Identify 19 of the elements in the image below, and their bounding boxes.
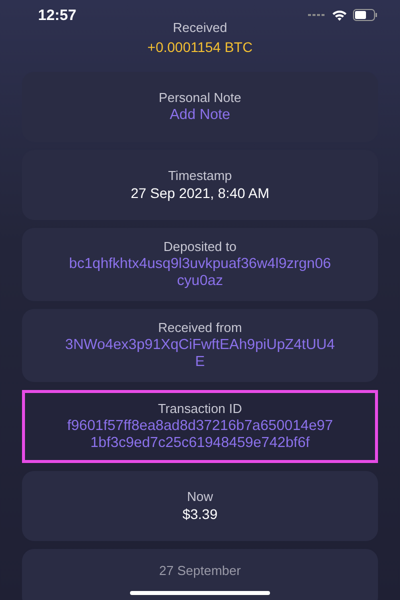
card-link[interactable]: 3NWo4ex3p91XqCiFwftEAh9piUpZ4tUU4 E [65,337,335,371]
card-label: Personal Note [158,90,242,105]
card-label: Transaction ID [158,401,242,416]
card-link[interactable]: f9601f57ff8ea8ad8d37216b7a650014e97 1bf3c9ed7c25c61948459e742bf6f [67,418,333,452]
amount-text: +0.0001154 BTC [147,39,253,55]
card-label: Received from [158,320,242,335]
card-link[interactable]: bc1qhfkhtx4usq9l3uvkpuaf36w4l9zrgn06 cyu0az [69,256,331,290]
card-label: Deposited to [164,239,236,254]
status-time: 12:57 [38,6,76,24]
card-label: Timestamp [168,168,232,183]
received-label: Received [172,20,228,35]
wifi-icon [332,10,347,20]
card-value: $3.39 [182,506,218,523]
signal-icon [308,13,326,17]
card-label: Now [186,489,213,504]
card-value: 27 Sep 2021, 8:40 AM [130,185,270,202]
date-label: 27 September [159,563,241,578]
battery-icon [353,9,378,21]
card-link[interactable]: Add Note [170,107,230,124]
